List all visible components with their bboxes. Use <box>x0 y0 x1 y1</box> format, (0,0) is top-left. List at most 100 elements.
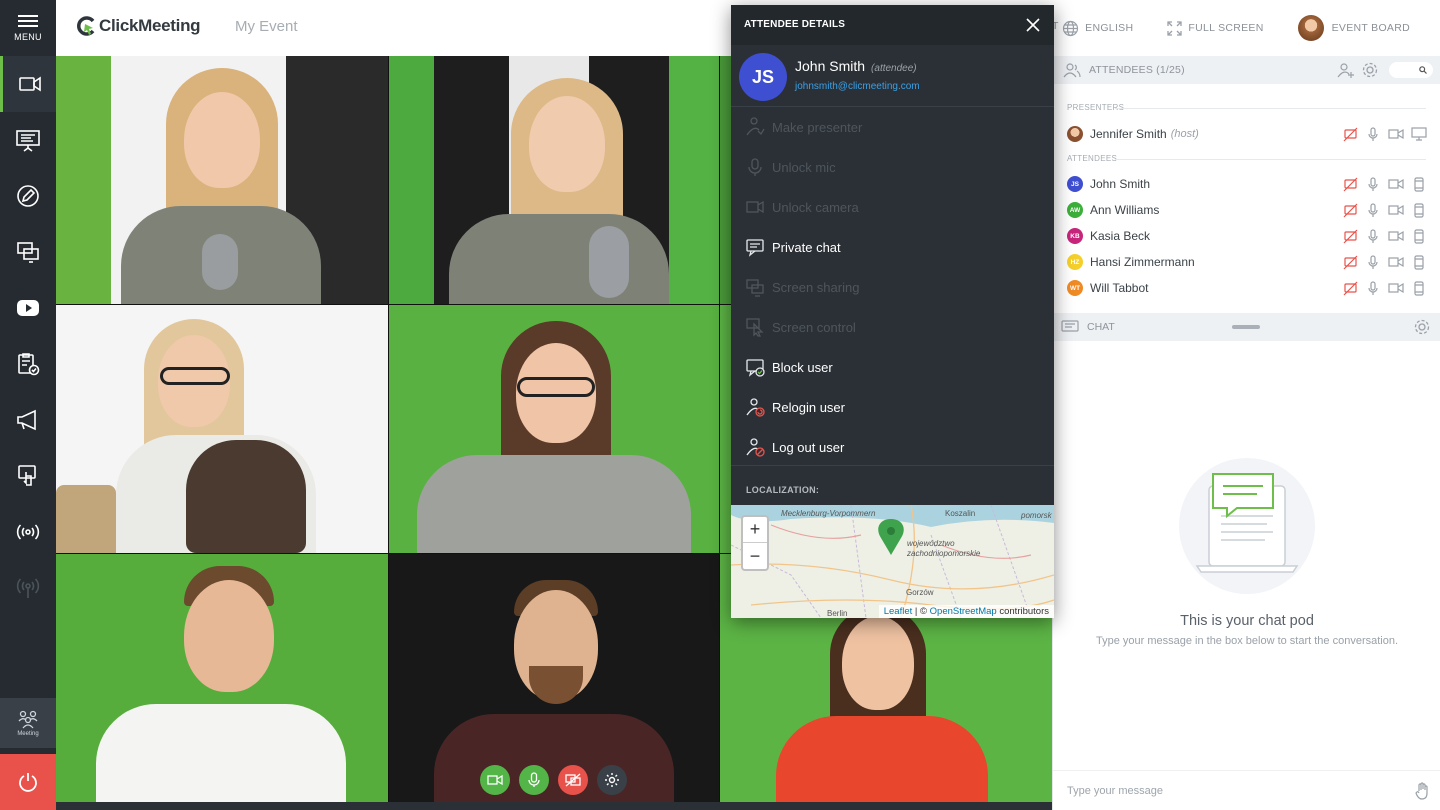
megaphone-icon <box>17 409 36 431</box>
resize-handle[interactable] <box>1232 325 1260 329</box>
settings-icon[interactable] <box>1413 318 1431 336</box>
rail-video[interactable] <box>0 56 56 112</box>
mic-icon[interactable] <box>1365 254 1381 270</box>
menu-item-label: Make presenter <box>772 119 863 135</box>
user-name: John Smith <box>795 58 866 74</box>
location-map[interactable]: Mecklenburg-Vorpommern Koszalin wojewódz… <box>731 505 1054 618</box>
rail-broadcast-off[interactable] <box>0 560 56 616</box>
block-user-item[interactable]: Block user <box>731 347 1054 387</box>
chat-off-icon[interactable] <box>1342 280 1358 296</box>
attribution-tail: contributors <box>996 606 1049 617</box>
mic-toggle[interactable] <box>519 765 549 795</box>
menu-item-label: Screen sharing <box>772 279 860 295</box>
menu-label: MENU <box>14 31 42 42</box>
camera-icon[interactable] <box>1388 280 1404 296</box>
attendee-row[interactable]: WT Will Tabbot <box>1067 277 1427 299</box>
divider <box>1115 159 1426 160</box>
phone-icon[interactable] <box>1411 202 1427 218</box>
settings-icon[interactable] <box>1361 61 1379 79</box>
close-icon[interactable] <box>1024 16 1042 34</box>
attendee-name: John Smith <box>1090 177 1151 191</box>
left-rail: MENU Meeting <box>0 0 56 810</box>
rail-survey[interactable] <box>0 336 56 392</box>
hamburger-icon <box>18 14 38 27</box>
osm-link[interactable]: OpenStreetMap <box>930 606 997 617</box>
map-place: Berlin <box>827 609 848 618</box>
rail-screen-share[interactable] <box>0 224 56 280</box>
phone-icon[interactable] <box>1411 280 1427 296</box>
relogin-user-item[interactable]: Relogin user <box>731 387 1054 427</box>
logout-user-item[interactable]: Log out user <box>731 427 1054 467</box>
presenter-row[interactable]: Jennifer Smith (host) <box>1067 123 1427 145</box>
map-zoom-control: + − <box>741 515 769 571</box>
mic-icon[interactable] <box>1365 126 1381 142</box>
phone-icon[interactable] <box>1411 228 1427 244</box>
logout-icon <box>746 438 765 457</box>
chat-off-icon[interactable] <box>1342 126 1358 142</box>
avatar: HZ <box>1067 254 1083 270</box>
chat-input[interactable] <box>1067 781 1407 801</box>
rail-whiteboard[interactable] <box>0 168 56 224</box>
rail-youtube[interactable] <box>0 280 56 336</box>
avatar <box>1067 126 1083 142</box>
mic-icon[interactable] <box>1365 280 1381 296</box>
add-user-icon[interactable] <box>1337 61 1355 79</box>
menu-item-label: Log out user <box>772 439 845 455</box>
attendee-row[interactable]: HZ Hansi Zimmermann <box>1067 251 1427 273</box>
screen-icon[interactable] <box>1411 126 1427 142</box>
mic-icon[interactable] <box>1365 202 1381 218</box>
search-icon <box>1419 66 1427 74</box>
camera-toggle[interactable] <box>480 765 510 795</box>
settings-button[interactable] <box>597 765 627 795</box>
language-button[interactable]: ENGLISH <box>1062 20 1133 37</box>
event-board-button[interactable]: EVENT BOARD <box>1297 15 1410 41</box>
camera-icon[interactable] <box>1388 254 1404 270</box>
meeting-button[interactable]: Meeting <box>0 698 56 748</box>
mic-icon[interactable] <box>1365 176 1381 192</box>
chat-off-icon[interactable] <box>1342 176 1358 192</box>
video-tile[interactable] <box>56 554 388 802</box>
avatar: AW <box>1067 202 1083 218</box>
mic-icon[interactable] <box>1365 228 1381 244</box>
phone-icon[interactable] <box>1411 176 1427 192</box>
leaflet-link[interactable]: Leaflet <box>884 606 913 617</box>
fullscreen-button[interactable]: FULL SCREEN <box>1167 20 1263 36</box>
phone-icon[interactable] <box>1411 254 1427 270</box>
chat-off-icon[interactable] <box>1342 202 1358 218</box>
video-tile[interactable] <box>389 305 719 553</box>
leave-button[interactable] <box>0 754 56 810</box>
rail-broadcast[interactable] <box>0 504 56 560</box>
popup-title: ATTENDEE DETAILS <box>744 19 846 30</box>
camera-icon[interactable] <box>1388 126 1404 142</box>
attendee-search[interactable] <box>1389 62 1433 78</box>
menu-item-label: Private chat <box>772 239 841 255</box>
broadcast-icon <box>16 524 40 540</box>
video-tile[interactable] <box>56 56 388 304</box>
attendee-row[interactable]: JS John Smith <box>1067 173 1427 195</box>
camera-icon[interactable] <box>1388 202 1404 218</box>
attendees-icon <box>1063 63 1081 78</box>
attendee-row[interactable]: KB Kasia Beck <box>1067 225 1427 247</box>
camera-icon[interactable] <box>1388 176 1404 192</box>
video-tile[interactable] <box>56 305 388 553</box>
mic-icon <box>748 158 762 176</box>
rail-presentation[interactable] <box>0 112 56 168</box>
map-place: województwo zachodniopomorskie <box>907 539 981 558</box>
zoom-out-button[interactable]: − <box>743 543 767 569</box>
zoom-in-button[interactable]: + <box>743 517 767 543</box>
camera-icon[interactable] <box>1388 228 1404 244</box>
attendee-row[interactable]: AW Ann Williams <box>1067 199 1427 221</box>
avatar: WT <box>1067 280 1083 296</box>
rail-touch[interactable] <box>0 448 56 504</box>
raise-hand-icon[interactable] <box>1415 782 1431 800</box>
chat-off-icon[interactable] <box>1342 254 1358 270</box>
chat-off-icon[interactable] <box>1342 228 1358 244</box>
rail-megaphone[interactable] <box>0 392 56 448</box>
attendees-header: ATTENDEES (1/25) <box>1053 56 1440 84</box>
video-tile[interactable] <box>389 56 719 304</box>
screen-share-toggle[interactable] <box>558 765 588 795</box>
video-icon <box>18 76 41 92</box>
menu-button[interactable]: MENU <box>0 0 56 56</box>
user-email[interactable]: johnsmith@clicmeeting.com <box>795 81 920 92</box>
private-chat-item[interactable]: Private chat <box>731 227 1054 267</box>
